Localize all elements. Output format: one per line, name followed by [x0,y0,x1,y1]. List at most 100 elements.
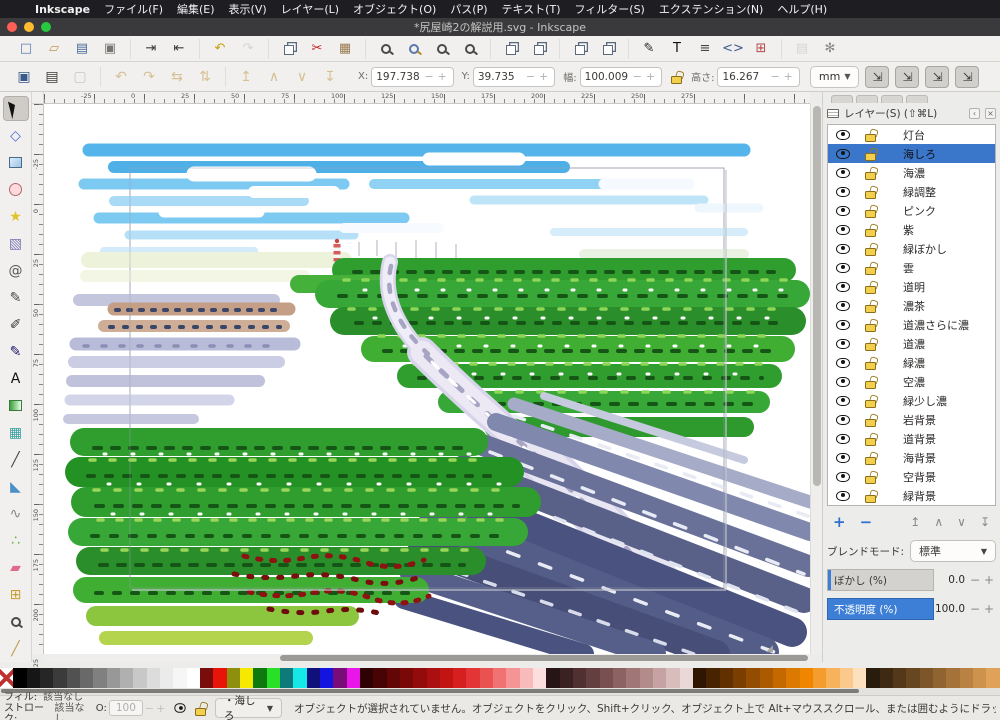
palette-swatch[interactable] [826,668,840,688]
blur-minus[interactable]: − [968,573,982,587]
layer-lock-icon[interactable] [864,470,877,484]
layer-visibility-icon[interactable] [836,357,850,368]
resize-grip-icon[interactable]: ◢ [766,644,773,654]
palette-swatch[interactable] [293,668,307,688]
apple-icon[interactable] [10,3,21,16]
text-dialog-button[interactable]: T [667,39,687,59]
layer-lower-button[interactable]: ∨ [957,515,966,529]
palette-swatch[interactable] [866,668,880,688]
zoom-window-button[interactable] [41,22,51,32]
layer-visibility-icon[interactable] [836,395,850,406]
vertical-ruler[interactable]: -25 0 25 50 75 100 125 150 175 200 225 [32,104,44,671]
print-button[interactable]: ▤ [72,39,92,59]
palette-swatch[interactable] [133,668,147,688]
palette-swatch[interactable] [693,668,707,688]
menu-item-8[interactable]: フィルター(S) [575,1,645,17]
width-minus[interactable]: − [631,70,644,83]
palette-swatch[interactable] [586,668,600,688]
save-button[interactable]: ▣ [100,39,120,59]
height-value[interactable]: 16.267 [722,71,768,83]
y-plus[interactable]: + [537,70,550,83]
layer-visibility-icon[interactable] [836,205,850,216]
box3d-tool[interactable]: ▧ [3,231,29,256]
palette-swatch[interactable] [746,668,760,688]
vertical-scrollbar[interactable] [810,104,822,654]
layer-row[interactable]: 海背景 [828,448,995,467]
vertical-scrollbar-thumb[interactable] [813,106,821,486]
zoom-to-selection-button[interactable] [376,39,396,59]
y-minus[interactable]: − [524,70,537,83]
palette-swatch[interactable] [972,668,987,688]
layer-visibility-icon[interactable] [836,452,850,463]
fill-stroke-dialog-button[interactable]: ✎ [639,39,659,59]
height-spinbox[interactable]: 高さ: 16.267− + [691,66,800,87]
layer-visibility-icon[interactable] [836,376,850,387]
zoom-to-page-button[interactable] [432,39,452,59]
layer-visibility-icon[interactable] [836,338,850,349]
spiral-tool[interactable]: @ [3,258,29,283]
add-layer-button[interactable]: + [833,513,846,531]
layer-list[interactable]: 灯台 海しろ 海濃 緑調整 ピンク紫緑ぼかし雲道明 濃茶 道濃さらに濃 道濃 緑濃 空濃 緑少し濃岩… [827,124,996,506]
open-button[interactable]: ▱ [44,39,64,59]
ruler-corner[interactable] [32,92,76,105]
minimize-window-button[interactable] [24,22,34,32]
palette-swatch[interactable] [266,668,280,688]
layer-visibility-icon[interactable] [836,319,850,330]
palette-swatch[interactable] [66,668,80,688]
height-minus[interactable]: − [768,70,781,83]
layer-visibility-icon[interactable] [836,471,850,482]
xml-editor-button[interactable]: <> [722,39,744,59]
palette-swatch[interactable] [119,668,134,688]
palette-swatch[interactable] [346,668,360,688]
current-layer-dropdown[interactable]: ・海しろ ▼ [215,695,283,720]
dock-tab[interactable] [906,95,928,103]
layer-visibility-icon[interactable] [836,414,850,425]
layer-row[interactable]: 緑調整 [828,182,995,201]
layer-visibility-icon[interactable] [836,148,850,159]
layer-row[interactable]: 緑濃 [828,353,995,372]
scale-stroke-toggle[interactable]: ⇲ [865,65,890,88]
tweak-tool[interactable]: ∿ [3,501,29,526]
palette-swatch[interactable] [466,668,480,688]
cut-button[interactable]: ✂ [307,39,327,59]
layer-row[interactable]: 緑少し濃 [828,391,995,410]
opacity-plus[interactable]: + [982,602,996,616]
dock-tab[interactable] [856,95,878,103]
palette-swatch[interactable] [946,668,960,688]
layer-visibility-icon[interactable] [836,281,850,292]
palette-swatch[interactable] [239,668,254,688]
layer-lock-icon[interactable] [864,128,877,142]
layer-row[interactable]: 海しろ [828,144,995,163]
measure-tool[interactable]: ╱ [3,636,29,661]
width-value[interactable]: 100.009 [585,71,631,83]
x-minus[interactable]: − [422,70,435,83]
palette-swatch[interactable] [373,668,387,688]
menu-app-name[interactable]: Inkscape [35,3,90,16]
palette-swatch[interactable] [186,668,200,688]
layer-row[interactable]: ピンク [828,201,995,220]
dock-tab[interactable] [831,95,853,103]
layer-row[interactable]: 紫 [828,220,995,239]
layer-lock-icon[interactable] [864,261,877,275]
scale-corners-toggle[interactable]: ⇲ [895,65,920,88]
new-document-button[interactable]: □ [16,39,36,59]
layer-visibility-icon[interactable] [836,224,850,235]
layer-row[interactable]: 濃茶 [828,296,995,315]
menu-item-1[interactable]: ファイル(F) [104,1,163,17]
unlink-clone-button[interactable] [570,39,590,59]
text-tool[interactable]: A [3,366,29,391]
palette-swatch[interactable] [279,668,294,688]
menu-item-10[interactable]: ヘルプ(H) [777,1,827,17]
opacity-minus[interactable]: − [968,602,982,616]
palette-swatch[interactable] [906,668,920,688]
y-spinbox[interactable]: Y: 39.735− + [462,66,556,87]
duplicate-button[interactable] [501,39,521,59]
palette-swatch[interactable] [839,668,853,688]
palette-swatch[interactable] [333,668,347,688]
zoom-to-drawing-button[interactable] [404,39,424,59]
palette-swatch[interactable] [559,668,574,688]
palette-swatch[interactable] [0,668,14,688]
palette-swatch[interactable] [386,668,400,688]
layer-row[interactable]: 緑背景 [828,486,995,505]
layer-visibility-icon[interactable] [836,490,850,501]
